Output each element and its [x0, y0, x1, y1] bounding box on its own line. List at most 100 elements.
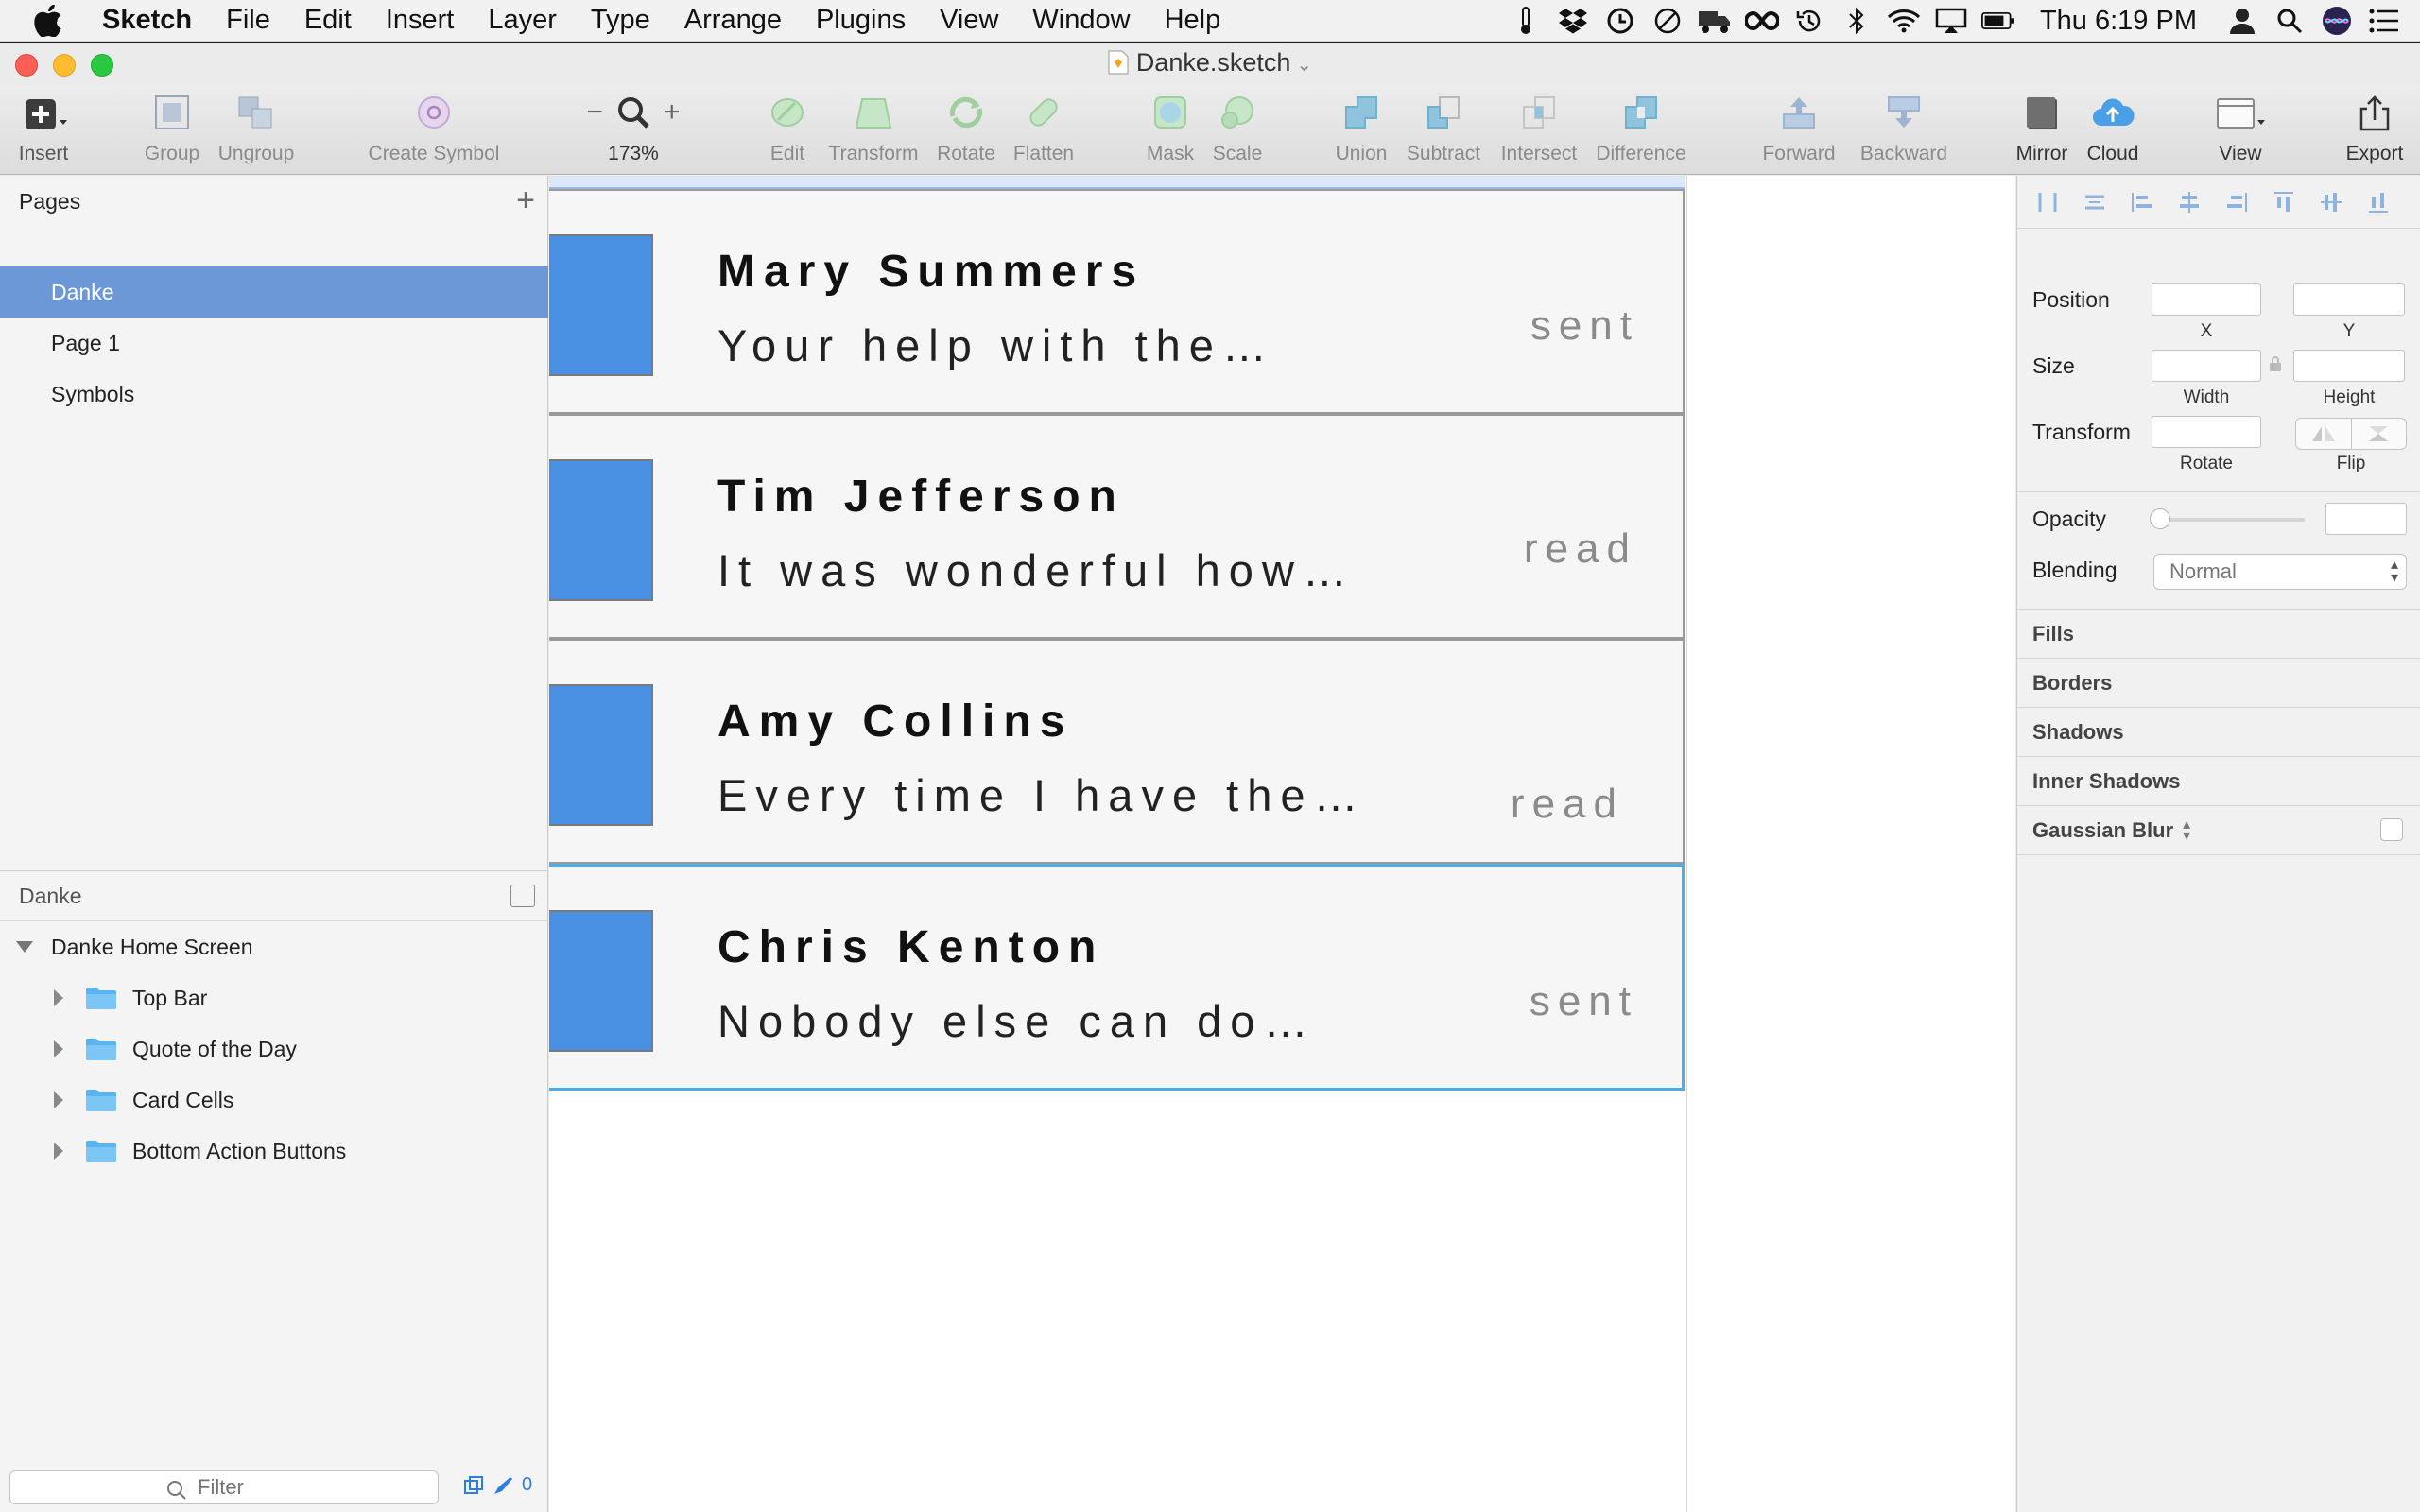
card-cell[interactable]: Mary Summers Your help with the… sent — [549, 189, 1685, 414]
clock[interactable]: Thu 6:19 PM — [2040, 6, 2197, 37]
zoom-in-icon[interactable]: + — [664, 96, 681, 129]
backward-button[interactable]: Backward — [1855, 86, 1953, 175]
card-cell[interactable]: Tim Jefferson It was wonderful how… read — [549, 414, 1685, 639]
up-down-chevron-icon[interactable]: ▴ ▾ — [2183, 816, 2190, 843]
subtract-button[interactable]: Subtract — [1401, 86, 1486, 175]
page-item-symbols[interactable]: Symbols — [0, 369, 548, 420]
flatten-button[interactable]: Flatten — [1010, 86, 1078, 175]
zoom-control[interactable]: − + 173% — [575, 86, 692, 175]
card-avatar[interactable] — [549, 684, 653, 826]
layer-artboard-danke-home-screen[interactable]: Danke Home Screen — [0, 921, 548, 972]
airplay-icon[interactable] — [1934, 4, 1968, 38]
blending-select[interactable]: Normal ▴ ▾ — [2153, 554, 2407, 590]
history-icon[interactable] — [1792, 4, 1826, 38]
edit-button[interactable]: Edit — [762, 86, 813, 175]
notification-center-icon[interactable] — [2367, 4, 2401, 38]
gaussian-blur-checkbox[interactable] — [2380, 818, 2403, 841]
rotate-button[interactable]: Rotate — [934, 86, 998, 175]
forward-button[interactable]: Forward — [1760, 86, 1838, 175]
view-button[interactable]: View — [2210, 86, 2271, 175]
page-item-page-1[interactable]: Page 1 — [0, 318, 548, 369]
lock-icon[interactable] — [2269, 355, 2282, 372]
menu-window[interactable]: Window — [1032, 5, 1130, 36]
distribute-horizontal-icon[interactable] — [2031, 185, 2065, 219]
mask-button[interactable]: Mask — [1144, 86, 1197, 175]
menu-view[interactable]: View — [940, 5, 998, 36]
add-page-icon[interactable]: + — [516, 184, 535, 216]
menu-type[interactable]: Type — [591, 5, 650, 36]
difference-button[interactable]: Difference — [1594, 86, 1688, 175]
intersect-button[interactable]: Intersect — [1495, 86, 1582, 175]
apple-icon[interactable] — [34, 4, 70, 37]
slice-filter-icon[interactable] — [492, 1475, 514, 1496]
canvas[interactable]: Mary Summers Your help with the… sent Ti… — [549, 176, 2015, 1512]
shadows-section[interactable]: Shadows — [2017, 707, 2420, 756]
layer-group-card-cells[interactable]: Card Cells — [0, 1074, 548, 1125]
disclosure-closed-icon[interactable] — [49, 988, 68, 1007]
layer-group-bottom-action-buttons[interactable]: Bottom Action Buttons — [0, 1125, 548, 1177]
dropbox-icon[interactable] — [1556, 4, 1590, 38]
opacity-slider-track[interactable] — [2155, 518, 2305, 522]
disclosure-open-icon[interactable] — [15, 937, 34, 956]
menu-plugins[interactable]: Plugins — [816, 5, 906, 36]
menu-edit[interactable]: Edit — [304, 5, 352, 36]
siri-icon[interactable] — [2320, 4, 2354, 38]
canvas-empty-area[interactable] — [1686, 176, 2015, 1512]
distribute-vertical-icon[interactable] — [2078, 185, 2112, 219]
ungroup-button[interactable]: Ungroup — [214, 86, 299, 175]
layer-group-top-bar[interactable]: Top Bar — [0, 972, 548, 1023]
menu-file[interactable]: File — [226, 5, 270, 36]
rotate-field[interactable] — [2152, 416, 2261, 448]
page-item-danke[interactable]: Danke — [0, 266, 548, 318]
align-bottom-icon[interactable] — [2361, 185, 2395, 219]
collapse-layers-icon[interactable] — [510, 885, 535, 907]
flip-horizontal-icon[interactable] — [2296, 419, 2352, 449]
position-y-field[interactable] — [2293, 284, 2405, 316]
symbols-filter-icon[interactable] — [463, 1475, 484, 1496]
card-avatar[interactable] — [549, 910, 653, 1052]
align-top-icon[interactable] — [2267, 185, 2301, 219]
thermometer-icon[interactable] — [1509, 4, 1543, 38]
disclosure-closed-icon[interactable] — [49, 1091, 68, 1109]
height-field[interactable] — [2293, 350, 2405, 382]
mirror-button[interactable]: Mirror — [2012, 86, 2072, 175]
disclosure-closed-icon[interactable] — [49, 1142, 68, 1160]
opacity-slider-knob[interactable] — [2150, 508, 2170, 529]
menu-app-sketch[interactable]: Sketch — [102, 5, 192, 36]
export-button[interactable]: Export — [2339, 86, 2411, 175]
width-field[interactable] — [2152, 350, 2261, 382]
menu-arrange[interactable]: Arrange — [684, 5, 782, 36]
align-left-icon[interactable] — [2125, 185, 2159, 219]
group-button[interactable]: Group — [138, 86, 206, 175]
filter-input[interactable] — [9, 1470, 439, 1504]
chevron-down-icon[interactable]: ⌄ — [1296, 55, 1312, 76]
borders-section[interactable]: Borders — [2017, 658, 2420, 707]
layer-group-quote-of-the-day[interactable]: Quote of the Day — [0, 1023, 548, 1074]
infinity-icon[interactable] — [1744, 4, 1779, 38]
align-vertical-center-icon[interactable] — [2314, 185, 2348, 219]
align-right-icon[interactable] — [2220, 185, 2254, 219]
inner-shadows-section[interactable]: Inner Shadows — [2017, 756, 2420, 805]
top-bar-selection-strip[interactable] — [549, 176, 1685, 189]
union-button[interactable]: Union — [1331, 86, 1392, 175]
zoom-out-icon[interactable]: − — [586, 96, 603, 129]
menu-insert[interactable]: Insert — [386, 5, 455, 36]
create-symbol-button[interactable]: Create Symbol — [363, 86, 505, 175]
document-title[interactable]: Danke.sketch ⌄ — [0, 48, 2420, 77]
spotlight-search-icon[interactable] — [2273, 4, 2307, 38]
card-cell[interactable]: Amy Collins Every time I have the… read — [549, 639, 1685, 864]
time-machine-icon[interactable] — [1603, 4, 1637, 38]
wifi-icon[interactable] — [1887, 4, 1921, 38]
position-x-field[interactable] — [2152, 284, 2261, 316]
battery-icon[interactable] — [1980, 4, 2015, 38]
card-avatar[interactable] — [549, 459, 653, 601]
truck-icon[interactable] — [1698, 4, 1732, 38]
menu-layer[interactable]: Layer — [488, 5, 557, 36]
menu-help[interactable]: Help — [1165, 5, 1221, 36]
transform-button[interactable]: Transform — [824, 86, 923, 175]
align-horizontal-center-icon[interactable] — [2172, 185, 2206, 219]
cloud-button[interactable]: Cloud — [2082, 86, 2144, 175]
do-not-disturb-icon[interactable] — [1651, 4, 1685, 38]
flip-vertical-icon[interactable] — [2352, 419, 2407, 449]
disclosure-closed-icon[interactable] — [49, 1040, 68, 1058]
